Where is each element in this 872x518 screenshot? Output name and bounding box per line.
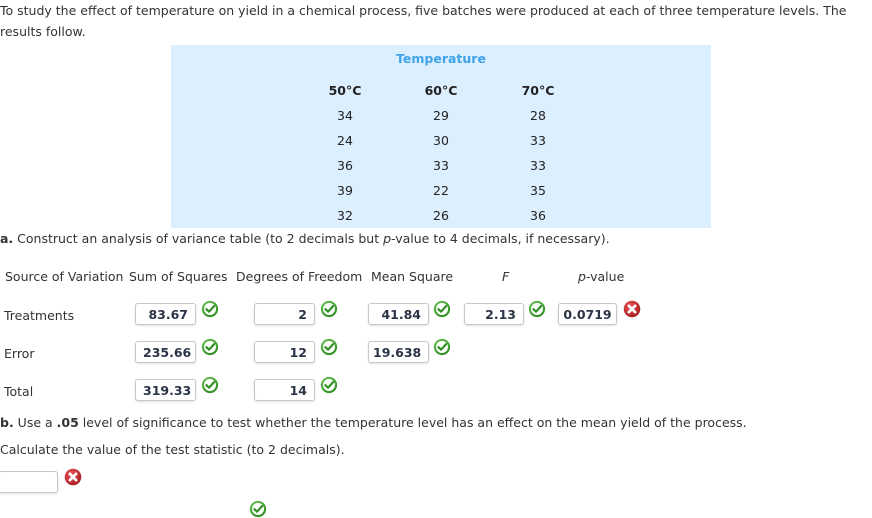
error-ms-input[interactable]: 19.638 [368,341,429,363]
f-statistic-input[interactable]: 2.13 [464,303,524,325]
table-cell: 34 [337,108,353,123]
error-df-input[interactable]: 12 [254,341,315,363]
problem-intro: To study the effect of temperature on yi… [0,3,847,39]
table-cell: 33 [530,158,546,173]
part-b-text2: level of significance to test whether th… [78,415,747,430]
correct-check-icon [320,338,338,356]
table-cell: 24 [337,133,353,148]
table-cell: 35 [530,183,546,198]
table-title: Temperature [396,51,486,66]
header-sum-of-squares: Sum of Squares [129,269,228,284]
alpha-value: .05 [56,415,79,430]
total-df-input[interactable]: 14 [254,379,315,401]
part-b-label: b. [0,415,14,430]
table-cell: 32 [337,208,353,223]
correct-check-icon [201,300,219,318]
table-cell: 36 [337,158,353,173]
correct-check-icon [201,376,219,394]
correct-check-icon [320,376,338,394]
correct-check-icon [433,300,451,318]
part-a-text: Construct an analysis of variance table … [13,231,384,246]
p-italic: p [578,269,586,284]
p-italic: p [383,231,392,246]
table-cell: 30 [433,133,449,148]
table-cell: 26 [433,208,449,223]
part-a-instructions: a. Construct an analysis of variance tab… [0,231,610,246]
part-b-instructions: b. Use a .05 level of significance to te… [0,415,747,430]
correct-check-icon [528,300,546,318]
test-statistic-input[interactable] [0,471,58,493]
incorrect-cross-icon [64,468,82,486]
table-cell: 28 [530,108,546,123]
table-cell: 29 [433,108,449,123]
incorrect-cross-icon [623,300,641,318]
p-value-input[interactable]: 0.0719 [558,303,617,325]
part-a-label: a. [0,231,14,246]
correct-check-icon [201,338,219,356]
row-label-error: Error [4,346,35,361]
table-cell: 39 [337,183,353,198]
part-a-text2: -value to 4 decimals, if necessary). [391,231,610,246]
treatments-df-input[interactable]: 2 [254,303,315,325]
correct-check-icon [433,338,451,356]
temperature-data-table: Temperature 50°C 60°C 70°C 34 29 28 24 3… [171,45,711,228]
test-statistic-prompt: Calculate the value of the test statisti… [0,442,345,457]
header-mean-square: Mean Square [371,269,454,284]
treatments-ms-input[interactable]: 41.84 [368,303,429,325]
table-cell: 33 [530,133,546,148]
table-cell: 36 [530,208,546,223]
row-label-total: Total [4,384,34,399]
table-cell: 33 [433,158,449,173]
header-degrees-of-freedom: Degrees of Freedom [236,269,363,284]
error-ss-input[interactable]: 235.66 [135,341,196,363]
column-header-50c: 50°C [328,83,362,98]
header-f: F [502,269,510,284]
column-header-70c: 70°C [521,83,555,98]
correct-check-icon [320,300,338,318]
p-value-label: -value [585,269,625,284]
row-label-treatments: Treatments [4,308,75,323]
column-header-60c: 60°C [424,83,458,98]
treatments-ss-input[interactable]: 83.67 [135,303,196,325]
part-b-text: Use a [13,415,57,430]
table-cell: 22 [433,183,449,198]
total-ss-input[interactable]: 319.33 [135,379,196,401]
header-p-value: p-value [578,269,624,284]
header-source: Source of Variation [5,269,124,284]
correct-check-icon [249,500,267,518]
